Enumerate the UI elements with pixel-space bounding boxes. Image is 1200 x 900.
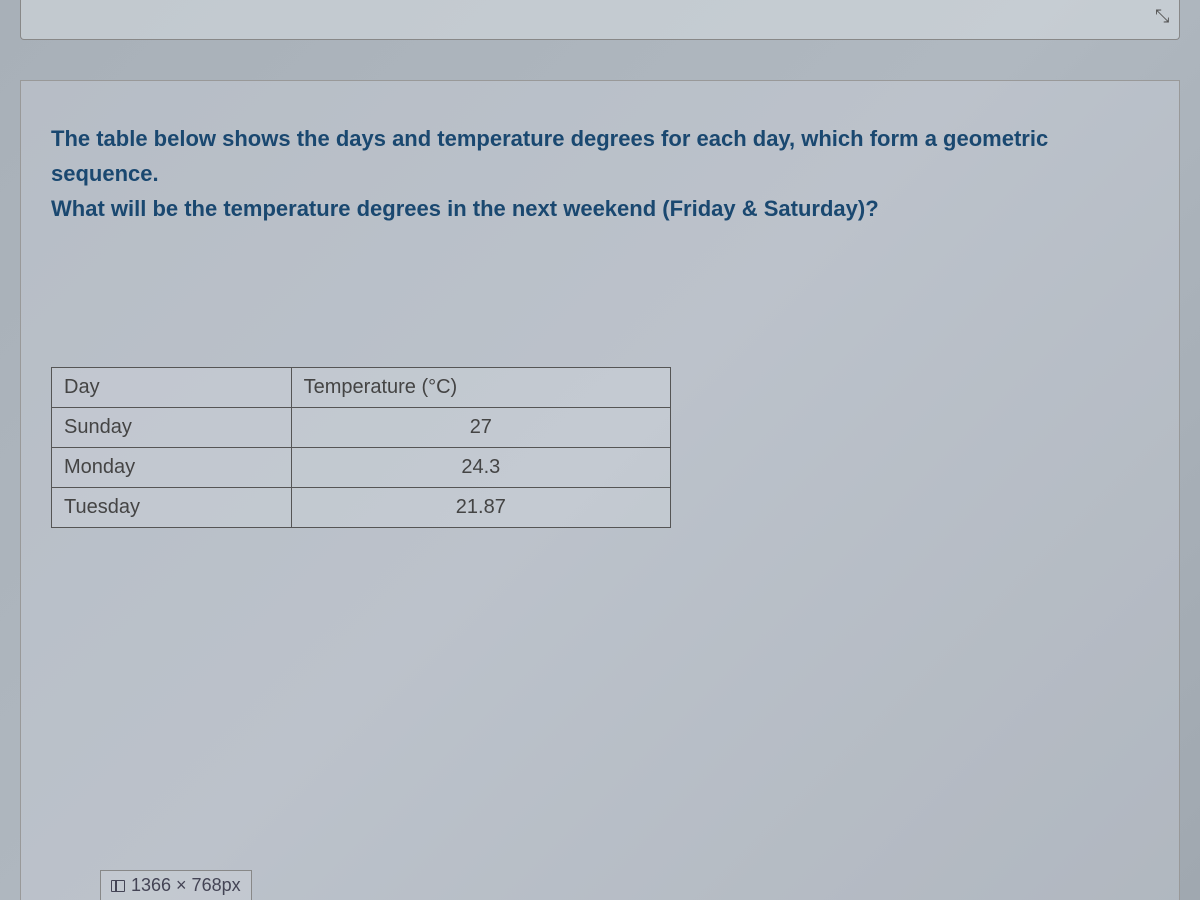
question-line-2: What will be the temperature degrees in …	[51, 191, 1149, 226]
dimensions-info: 1366 × 768px	[100, 870, 252, 900]
header-day: Day	[52, 367, 292, 407]
table-row: Monday 24.3	[52, 447, 671, 487]
question-text: The table below shows the days and tempe…	[51, 121, 1149, 227]
table-row: Tuesday 21.87	[52, 487, 671, 527]
dimensions-icon	[111, 880, 125, 892]
cell-day: Tuesday	[52, 487, 292, 527]
table-row: Sunday 27	[52, 407, 671, 447]
dimensions-text: 1366 × 768px	[131, 875, 241, 896]
question-line-1: The table below shows the days and tempe…	[51, 121, 1149, 191]
cell-day: Sunday	[52, 407, 292, 447]
header-temperature: Temperature (°C)	[291, 367, 670, 407]
cell-day: Monday	[52, 447, 292, 487]
table-header-row: Day Temperature (°C)	[52, 367, 671, 407]
question-panel: The table below shows the days and tempe…	[20, 80, 1180, 900]
cell-temperature: 24.3	[291, 447, 670, 487]
cell-temperature: 27	[291, 407, 670, 447]
resize-handle-icon[interactable]: ⤡	[1155, 8, 1171, 24]
top-panel: ⤡	[20, 0, 1180, 40]
temperature-table: Day Temperature (°C) Sunday 27 Monday 24…	[51, 367, 671, 528]
cell-temperature: 21.87	[291, 487, 670, 527]
